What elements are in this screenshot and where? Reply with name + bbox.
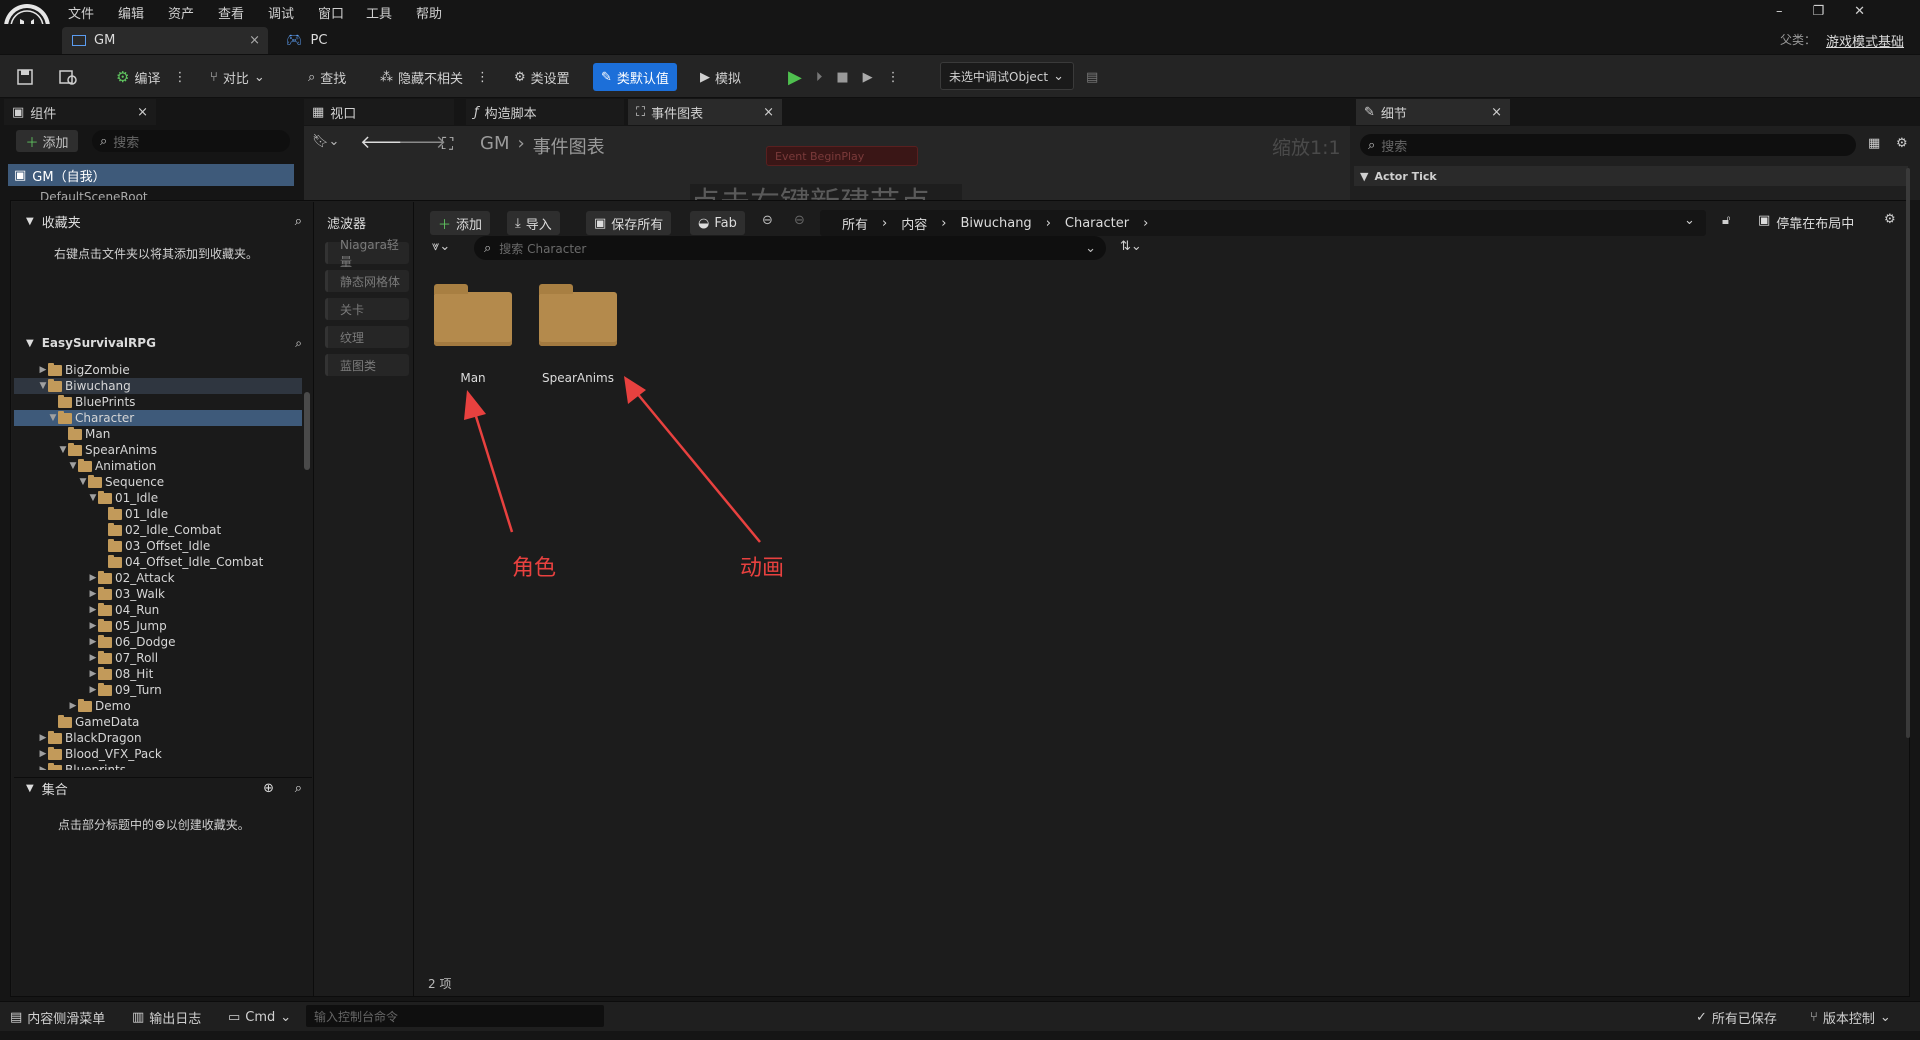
item-count: 2 项 — [428, 977, 452, 991]
menu-item[interactable]: 调试 — [268, 3, 294, 22]
output-log-button[interactable]: ▥ 输出日志 — [132, 1008, 202, 1027]
menu-item[interactable]: 查看 — [218, 3, 244, 22]
annotation-animation: 动画 — [740, 556, 785, 581]
console-input[interactable]: 输入控制台命令 — [306, 1005, 604, 1027]
menu-item[interactable]: 资产 — [168, 3, 194, 22]
menu-item[interactable]: 工具 — [366, 3, 392, 22]
arrow-to-man — [472, 409, 514, 533]
cmd-label: Cmd — [245, 1009, 276, 1025]
console-icon: ▭ — [228, 1009, 241, 1025]
drawer-icon: ▤ — [10, 1009, 23, 1025]
annotation-arrows — [464, 376, 761, 543]
log-icon: ▥ — [132, 1009, 145, 1025]
content-drawer-label: 内容侧滑菜单 — [27, 1011, 106, 1027]
arrowhead-man — [464, 390, 486, 420]
menu-item[interactable]: 文件 — [68, 3, 94, 22]
arrow-to-spearanims — [635, 391, 761, 543]
chevron-down-icon: ⌄ — [280, 1009, 292, 1025]
all-saved-button[interactable]: ✓ 所有已保存 — [1696, 1008, 1777, 1027]
cmd-dropdown[interactable]: ▭ Cmd ⌄ — [228, 1008, 291, 1026]
menu-item[interactable]: 帮助 — [416, 3, 442, 22]
output-log-label: 输出日志 — [149, 1011, 202, 1027]
menu-item[interactable]: 编辑 — [118, 3, 144, 22]
source-control-label: 版本控制 — [1822, 1011, 1875, 1027]
details-scrollbar[interactable] — [1906, 168, 1910, 738]
source-control-icon: ⑂ — [1810, 1009, 1818, 1025]
all-saved-label: 所有已保存 — [1711, 1011, 1777, 1027]
source-control-button[interactable]: ⑂ 版本控制 ⌄ — [1810, 1008, 1891, 1027]
menu-item[interactable]: 窗口 — [318, 3, 344, 22]
chevron-down-icon: ⌄ — [1879, 1009, 1891, 1025]
save-status-icon: ✓ — [1696, 1009, 1707, 1025]
content-drawer-button[interactable]: ▤ 内容侧滑菜单 — [10, 1008, 106, 1027]
annotation-character: 角色 — [512, 556, 557, 581]
